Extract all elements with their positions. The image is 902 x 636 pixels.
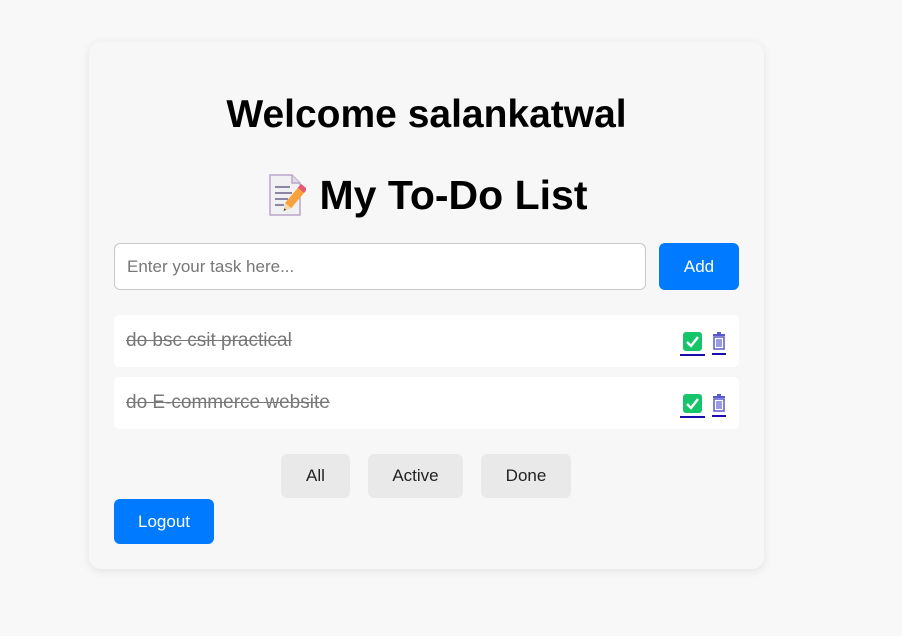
- complete-toggle-link[interactable]: [680, 394, 705, 418]
- list-title-text: My To-Do List: [319, 172, 588, 218]
- task-text[interactable]: do bsc csit practical: [126, 330, 292, 352]
- filter-active-button[interactable]: Active: [368, 454, 463, 498]
- trash-icon: [713, 394, 725, 412]
- welcome-heading: Welcome salankatwal: [226, 93, 627, 136]
- filter-done-button[interactable]: Done: [481, 454, 571, 498]
- todo-card: Welcome salankatwal My To-Do List Add do…: [89, 42, 764, 569]
- filter-all-button[interactable]: All: [281, 454, 350, 498]
- check-icon: [683, 394, 702, 413]
- task-text[interactable]: do E-commerce website: [126, 392, 330, 414]
- check-icon: [683, 332, 702, 351]
- task-item: do E-commerce website: [114, 377, 739, 429]
- memo-icon: [268, 174, 306, 216]
- list-title: My To-Do List: [89, 171, 764, 219]
- logout-button[interactable]: Logout: [114, 499, 214, 544]
- complete-toggle-link[interactable]: [680, 332, 705, 356]
- delete-task-link[interactable]: [712, 331, 726, 355]
- trash-icon: [713, 332, 725, 350]
- task-input[interactable]: [114, 243, 646, 290]
- add-button[interactable]: Add: [659, 243, 739, 290]
- delete-task-link[interactable]: [712, 393, 726, 417]
- task-item: do bsc csit practical: [114, 315, 739, 367]
